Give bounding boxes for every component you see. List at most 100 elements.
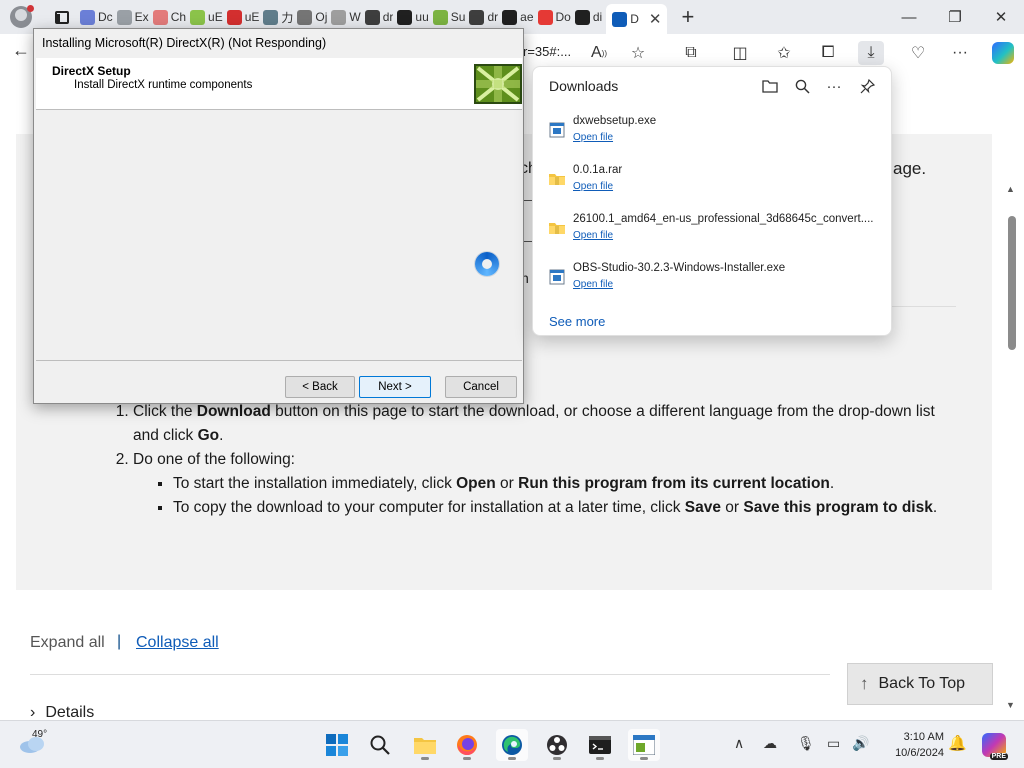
bullet-save: To copy the download to your computer fo…	[173, 496, 956, 520]
terminal-button[interactable]	[584, 729, 616, 761]
browser-tab[interactable]: uE	[190, 4, 223, 30]
back-to-top-button[interactable]: ↑ Back To Top	[847, 663, 993, 705]
download-filename: dxwebsetup.exe	[573, 115, 657, 127]
tab-actions-button[interactable]	[48, 3, 76, 31]
tab-favicon-icon	[397, 9, 413, 25]
link-separator: |	[117, 633, 122, 650]
open-file-link[interactable]: Open file	[573, 230, 613, 241]
open-file-link[interactable]: Open file	[573, 181, 613, 192]
next-button[interactable]: Next >	[359, 376, 431, 398]
see-more-link[interactable]: See more	[549, 314, 605, 329]
download-item[interactable]: 0.0.1a.rar Open file	[533, 164, 893, 208]
search-button[interactable]	[364, 729, 396, 761]
dialog-body	[36, 111, 522, 361]
collapse-all-link[interactable]: Collapse all	[136, 634, 219, 652]
browser-tab[interactable]: dr	[364, 4, 394, 30]
browser-tab[interactable]: Do	[537, 4, 571, 30]
notifications-bell-icon[interactable]: 🔔	[948, 734, 967, 752]
scroll-up-arrow[interactable]: ▲	[1006, 184, 1015, 194]
collections-icon[interactable]: ⧠	[815, 41, 841, 65]
minimize-button[interactable]: —	[886, 0, 932, 34]
downloads-title: Downloads	[549, 78, 619, 94]
browser-tab[interactable]: Dc	[80, 4, 113, 30]
tab-favicon-icon	[574, 9, 590, 25]
back-button[interactable]: < Back	[285, 376, 355, 398]
new-tab-button[interactable]: +	[681, 4, 694, 30]
system-clock[interactable]: 3:10 AM 10/6/2024	[880, 729, 944, 761]
cloud-offline-icon[interactable]: ☁	[763, 735, 777, 752]
tab-label: dr	[487, 10, 499, 24]
browser-tab[interactable]: W	[331, 4, 361, 30]
address-bar-text[interactable]: r=35#:...	[523, 44, 571, 59]
tab-favicon-icon	[432, 9, 448, 25]
arrow-up-icon: ↑	[860, 674, 869, 693]
dialog-header-subtitle: Install DirectX runtime components	[74, 79, 253, 91]
dialog-title: Installing Microsoft(R) DirectX(R) (Not …	[42, 36, 327, 50]
read-aloud-icon[interactable]: A))	[586, 41, 612, 65]
back-arrow-icon[interactable]: ←	[12, 40, 30, 61]
browser-tab[interactable]: Ex	[116, 4, 149, 30]
download-item[interactable]: 26100.1_amd64_en-us_professional_3d68645…	[533, 213, 893, 257]
browser-tab[interactable]: uE	[226, 4, 259, 30]
browser-tab[interactable]: Su	[432, 4, 465, 30]
step-1: Click the Download button on this page t…	[133, 400, 956, 448]
browser-tab[interactable]: 力	[263, 4, 293, 30]
browser-tab[interactable]: di	[574, 4, 602, 30]
volume-icon[interactable]: 🔊	[852, 735, 869, 752]
directx-setup-button[interactable]	[628, 729, 660, 761]
browser-tab[interactable]: uu	[397, 4, 429, 30]
tab-favicon-icon	[80, 9, 95, 25]
download-item[interactable]: OBS-Studio-30.2.3-Windows-Installer.exe O…	[533, 262, 893, 306]
tab-favicon-icon	[116, 9, 132, 25]
install-instructions: Click the Download button on this page t…	[116, 400, 956, 520]
browser-tab[interactable]: Oj	[297, 4, 327, 30]
copilot-button[interactable]	[990, 41, 1016, 65]
tab-favicon-icon	[297, 9, 313, 25]
search-downloads-icon[interactable]	[791, 75, 813, 97]
cancel-button[interactable]: Cancel	[445, 376, 517, 398]
extensions-icon[interactable]: ⧉	[678, 41, 704, 65]
expand-all-link[interactable]: Expand all	[30, 634, 105, 652]
tab-favicon-icon	[263, 9, 279, 25]
tab-label: dr	[382, 10, 394, 24]
tab-label: uE	[208, 10, 223, 24]
notification-dot	[27, 5, 34, 12]
downloads-panel: Downloads ··· dxwebsetup.exe Open file 0.0…	[532, 66, 892, 336]
edge-button[interactable]	[496, 729, 528, 761]
display-icon[interactable]: ▭	[827, 735, 840, 752]
microphone-icon[interactable]: 🎙	[797, 735, 815, 752]
browser-tab[interactable]: Ch	[152, 4, 186, 30]
open-file-link[interactable]: Open file	[573, 132, 613, 143]
more-options-icon[interactable]: ···	[823, 75, 845, 97]
microsoft-favicon-icon	[612, 11, 628, 27]
favorites-icon[interactable]: ✩	[771, 41, 797, 65]
file-explorer-button[interactable]	[409, 729, 441, 761]
scrollbar-thumb[interactable]	[1008, 216, 1016, 350]
browser-essentials-icon[interactable]: ♡	[905, 41, 931, 65]
show-hidden-icons-chevron-icon[interactable]: ∧	[734, 735, 744, 752]
folder-icon	[414, 738, 436, 754]
obscured-text-fragment: age.	[893, 159, 927, 178]
scroll-down-arrow[interactable]: ▼	[1006, 700, 1015, 710]
close-window-button[interactable]: ✕	[978, 0, 1024, 34]
open-downloads-folder-icon[interactable]	[759, 75, 781, 97]
profile-button[interactable]	[6, 2, 36, 32]
close-tab-icon[interactable]: ✕	[649, 10, 662, 28]
obs-studio-button[interactable]	[541, 729, 573, 761]
browser-tab[interactable]: dr	[469, 4, 498, 30]
pin-icon[interactable]	[856, 75, 878, 97]
firefox-button[interactable]	[451, 729, 483, 761]
open-file-link[interactable]: Open file	[573, 279, 613, 290]
downloads-icon[interactable]: ⤓	[858, 41, 884, 65]
tab-active[interactable]: D ✕	[606, 4, 668, 34]
archive-folder-icon	[549, 223, 565, 234]
download-item[interactable]: dxwebsetup.exe Open file	[533, 115, 893, 159]
restore-button[interactable]: ❐	[932, 0, 978, 34]
more-options-icon[interactable]: ···	[947, 41, 973, 65]
tab-label: D	[630, 12, 639, 26]
start-button[interactable]	[321, 729, 353, 761]
split-screen-icon[interactable]: ◫	[727, 41, 753, 65]
browser-tab[interactable]: ae	[502, 4, 534, 30]
favorite-star-icon[interactable]: ☆	[625, 41, 651, 65]
copilot-preview-button[interactable]: PRE	[982, 733, 1008, 760]
